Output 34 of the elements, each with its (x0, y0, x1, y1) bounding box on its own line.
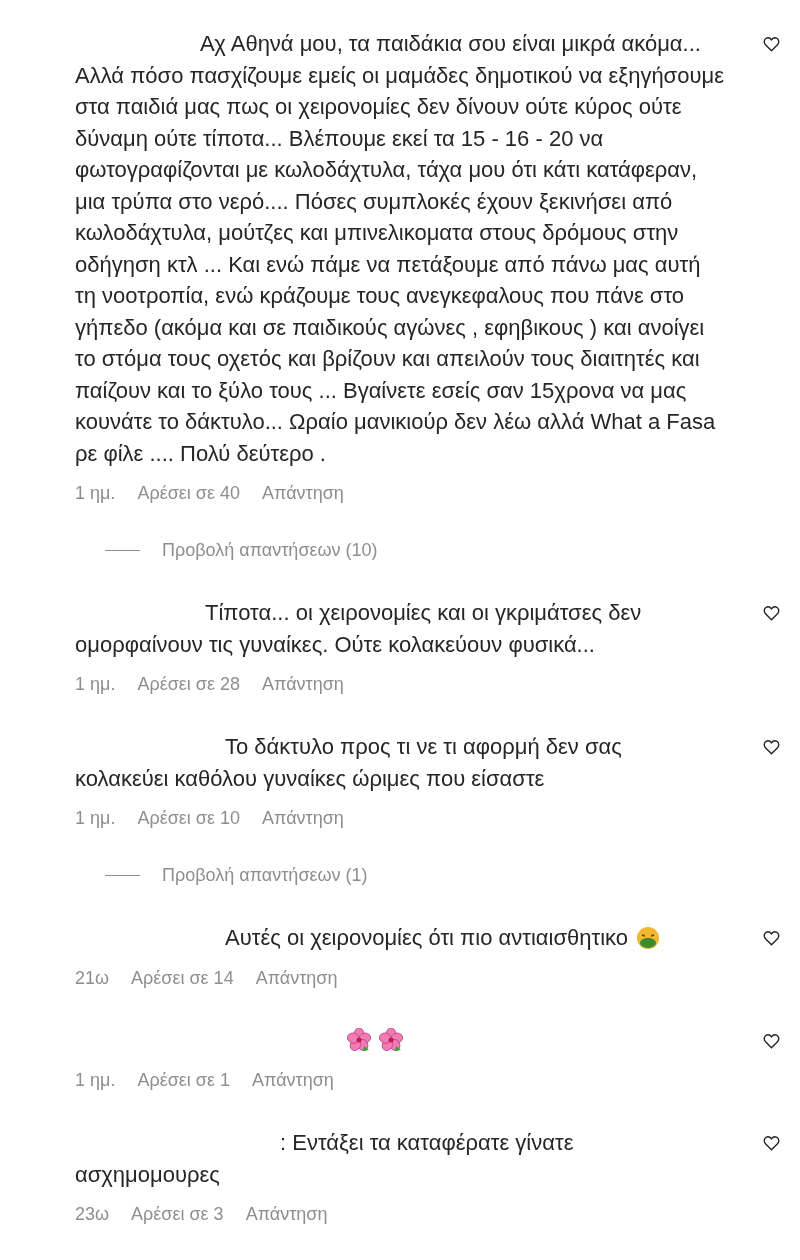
comment-time: 1 ημ. (75, 1070, 116, 1091)
reply-button[interactable]: Απάντηση (251, 1070, 334, 1091)
reply-button[interactable]: Απάντηση (245, 1204, 328, 1225)
comment-time: 1 ημ. (75, 808, 116, 829)
likes-count[interactable]: Αρέσει σε 14 (131, 967, 234, 989)
heart-icon[interactable] (763, 36, 780, 52)
comment-time: 1 ημ. (75, 483, 116, 504)
nauseated-face-icon (636, 925, 660, 950)
heart-icon[interactable] (763, 739, 780, 755)
comment-text: : Εντάξει τα καταφέρατε γίνατε ασχημομουρες (75, 1129, 575, 1189)
view-replies-button[interactable]: Προβολή απαντήσεων (10) (162, 540, 378, 561)
likes-count[interactable]: Αρέσει σε 28 (137, 674, 240, 695)
comment-time: 21ω (75, 967, 110, 989)
reply-button[interactable]: Απάντηση (255, 967, 338, 989)
reply-button[interactable]: Απάντηση (261, 483, 344, 504)
reply-button[interactable]: Απάντηση (261, 808, 344, 829)
comment-time: 23ω (75, 1204, 110, 1225)
likes-count[interactable]: Αρέσει σε 10 (137, 808, 240, 829)
comment-text: Αυτές οι χειρονομίες ότι πιο αντιαισθητικο (225, 924, 628, 952)
comment-time: 1 ημ. (75, 674, 116, 695)
comment-text: Αχ Αθηνά μου, τα παιδάκια σου είναι μικρά ακόμα... Αλλά πόσο πασχίζουμε εμείς οι μαμάδες δημοτικού να εξηγήσουμε στα παιδιά μας πως οι χειρονομίες δεν δίνουν ούτε κύρος ούτε δύναμη ούτε τίποτα... Βλέπουμε εκεί τα 15 - 16 - 20 να φωτογραφίζονται με κωλοδάχτυλα, τάχα μου ότι κάτι κατάφεραν, μια τρύπα στο νερό.... Πόσες συμπλοκές έχουν ξεκινήσει από κωλοδάχτυλα, μούτζες και μπινελικοματα στους δρόμους στην οδήγηση κτλ ... Και ενώ πάμε να πετάξουμε από πάνω μας αυτή τη νοοτροπία, ενώ κράζουμε τους ανεγκεφαλους που πάνε στο γήπεδο (ακόμα και σε παιδικούς αγώνες , εφηβικους ) και ανοίγει το στόμα τους οχετός και βρίζουν και απειλούν τους διαιτητές και παίζουν και το ξύλο τους ... Βγαίνετε εσείς σαν 15χρονα να μας κουνάτε το δάκτυλο... Ωραίο μανικιούρ δεν λέω αλλά What a Fasa ρε φίλε .... Πολύ δεύτερο . (75, 30, 725, 468)
heart-icon[interactable] (763, 1032, 780, 1049)
view-replies-button[interactable]: Προβολή απαντήσεων (1) (162, 865, 368, 886)
heart-icon[interactable] (763, 605, 780, 621)
heart-icon[interactable] (763, 930, 780, 946)
likes-count[interactable]: Αρέσει σε 1 (137, 1070, 230, 1091)
hibiscus-icon (379, 1028, 403, 1053)
comment-text: Τίποτα... οι χειρονομίες και οι γκριμάτσες δεν ομορφαίνουν τις γυναίκες. Ούτε κολακεύουν φυσικά... (75, 599, 643, 659)
likes-count[interactable]: Αρέσει σε 3 (131, 1204, 224, 1225)
hibiscus-icon (347, 1028, 371, 1053)
likes-count[interactable]: Αρέσει σε 40 (137, 483, 240, 504)
comment-text: Το δάκτυλο προς τι νε τι αφορμή δεν σας κολακεύει καθόλου γυναίκες ώριμες που είσαστε (75, 733, 623, 793)
reply-button[interactable]: Απάντηση (261, 674, 344, 695)
heart-icon[interactable] (763, 1135, 780, 1151)
